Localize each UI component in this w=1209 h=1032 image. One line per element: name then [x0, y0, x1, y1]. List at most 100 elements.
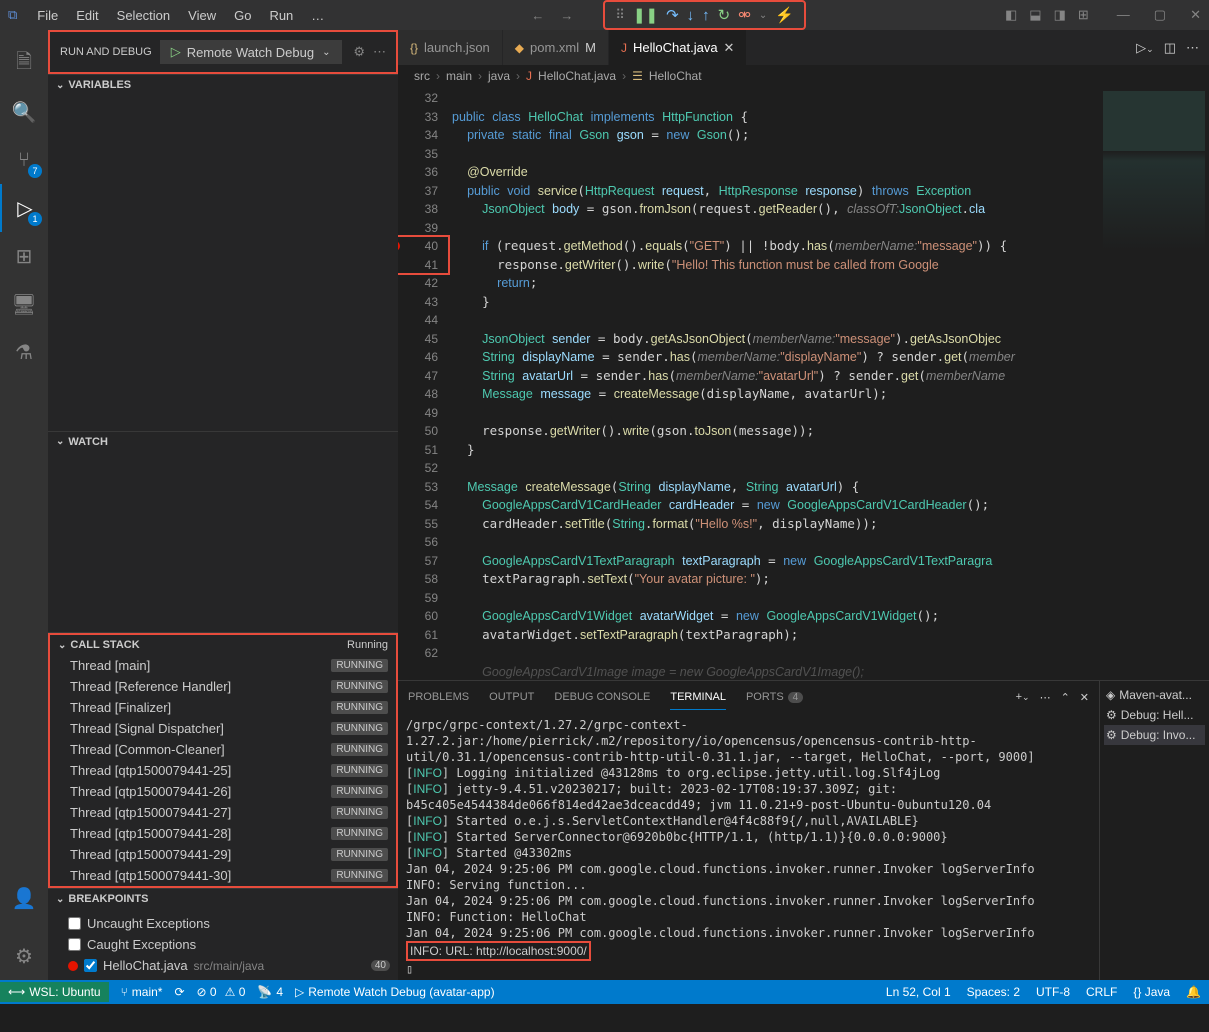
titlebar: ⧉ File Edit Selection View Go Run … ← → … [0, 0, 1209, 30]
search-icon[interactable]: 🔍 [0, 88, 48, 136]
thread-row[interactable]: Thread [qtp1500079441-28]RUNNING [50, 823, 396, 844]
menu-selection[interactable]: Selection [109, 4, 178, 27]
language[interactable]: {} Java [1133, 985, 1170, 999]
thread-row[interactable]: Thread [qtp1500079441-29]RUNNING [50, 844, 396, 865]
debug-status[interactable]: ▷ Remote Watch Debug (avatar-app) [295, 985, 495, 999]
breakpoint-row[interactable]: HelloChat.javasrc/main/java40 [48, 955, 398, 976]
layout-left-icon[interactable]: ◧ [1005, 7, 1017, 23]
ports-count[interactable]: 📡 4 [257, 985, 283, 999]
step-out-icon[interactable]: ↑ [702, 7, 710, 24]
class-icon: ☰ [632, 69, 643, 83]
menu-go[interactable]: Go [226, 4, 259, 27]
encoding[interactable]: UTF-8 [1036, 985, 1070, 999]
more-icon[interactable]: ⋯ [1040, 691, 1051, 704]
split-editor-icon[interactable]: ◫ [1164, 40, 1176, 56]
thread-row[interactable]: Thread [main]RUNNING [50, 655, 396, 676]
remote-icon[interactable]: 🖥 [0, 280, 48, 328]
bell-icon[interactable]: 🔔 [1186, 985, 1201, 999]
breakpoint-row[interactable]: Uncaught Exceptions [48, 913, 398, 934]
editor-body[interactable]: 3233343536373839404142434445464748495051… [398, 87, 1209, 680]
thread-row[interactable]: Thread [qtp1500079441-25]RUNNING [50, 760, 396, 781]
cursor-position[interactable]: Ln 52, Col 1 [886, 985, 951, 999]
thread-row[interactable]: Thread [qtp1500079441-30]RUNNING [50, 865, 396, 886]
terminal-list-item[interactable]: ⚙Debug: Hell... [1104, 705, 1205, 725]
thread-row[interactable]: Thread [qtp1500079441-26]RUNNING [50, 781, 396, 802]
thread-row[interactable]: Thread [Signal Dispatcher]RUNNING [50, 718, 396, 739]
panel-tab-problems[interactable]: PROBLEMS [408, 685, 469, 709]
nav-back-icon[interactable]: ← [531, 8, 544, 23]
breakpoint-checkbox[interactable] [68, 938, 81, 951]
file-icon: ◆ [515, 41, 524, 55]
testing-icon[interactable]: ⚗ [0, 328, 48, 376]
restart-icon[interactable]: ↻ [718, 6, 731, 24]
panel-tab-ports[interactable]: PORTS4 [746, 685, 803, 709]
sync-icon[interactable]: ⟳ [174, 985, 184, 999]
settings-icon[interactable]: ⚙ [0, 932, 48, 980]
variables-header[interactable]: ⌄ VARIABLES [48, 75, 398, 95]
terminal-list-item[interactable]: ◈Maven-avat... [1104, 685, 1205, 705]
breadcrumbs[interactable]: src› main› java› J HelloChat.java› ☰ Hel… [398, 65, 1209, 87]
disconnect-icon[interactable]: ⚮ [738, 6, 751, 24]
callstack-header[interactable]: ⌄ CALL STACK Running [50, 635, 396, 655]
thread-row[interactable]: Thread [Reference Handler]RUNNING [50, 676, 396, 697]
gutter[interactable]: 3233343536373839404142434445464748495051… [398, 87, 452, 680]
chevron-down-icon: ⌄ [56, 80, 64, 91]
panel-tab-debug-console[interactable]: DEBUG CONSOLE [554, 685, 650, 709]
breakpoint-checkbox[interactable] [84, 959, 97, 972]
nav-forward-icon[interactable]: → [560, 8, 573, 23]
more-icon[interactable]: ⋯ [1186, 40, 1199, 56]
gear-icon[interactable]: ⚙ [353, 44, 365, 60]
layout-bottom-icon[interactable]: ⬓ [1029, 7, 1041, 23]
menu-edit[interactable]: Edit [68, 4, 106, 27]
editor-tab[interactable]: {}launch.json [398, 30, 503, 65]
step-over-icon[interactable]: ↷ [666, 6, 679, 24]
menu-file[interactable]: File [29, 4, 66, 27]
breakpoint-checkbox[interactable] [68, 917, 81, 930]
panel-tab-terminal[interactable]: TERMINAL [670, 685, 726, 710]
terminal-output[interactable]: /grpc/grpc-context/1.27.2/grpc-context-1… [398, 713, 1099, 980]
debug-config-select[interactable]: ▷ Remote Watch Debug ⌄ [160, 40, 342, 64]
accounts-icon[interactable]: 👤 [0, 874, 48, 922]
layout-grid-icon[interactable]: ⊞ [1078, 7, 1089, 23]
terminal-list-item[interactable]: ⚙Debug: Invo... [1104, 725, 1205, 745]
source-control-icon[interactable]: ⑂7 [0, 136, 48, 184]
git-branch[interactable]: ⑂ main* [121, 985, 163, 999]
more-icon[interactable]: ⋯ [373, 44, 386, 60]
close-tab-icon[interactable]: ✕ [724, 40, 735, 56]
hot-reload-icon[interactable]: ⚡ [775, 6, 794, 24]
maximize-icon[interactable]: ▢ [1154, 7, 1166, 23]
maximize-panel-icon[interactable]: ⌃ [1061, 691, 1070, 704]
problems-count[interactable]: ⊘ 0 ⚠ 0 [197, 985, 246, 999]
minimize-icon[interactable]: — [1117, 7, 1130, 23]
run-play-icon[interactable]: ▷⌄ [1136, 40, 1154, 56]
menu-view[interactable]: View [180, 4, 224, 27]
run-debug-icon[interactable]: ▷1 [0, 184, 48, 232]
debug-config-label: Remote Watch Debug [187, 45, 314, 60]
pause-icon[interactable]: ❚❚ [633, 6, 658, 24]
close-panel-icon[interactable]: ✕ [1080, 691, 1089, 704]
editor-tab[interactable]: JHelloChat.java ✕ [609, 30, 747, 65]
grip-icon[interactable]: ⠿ [615, 7, 625, 23]
editor-tab[interactable]: ◆pom.xml M [503, 30, 609, 65]
breakpoint-row[interactable]: Caught Exceptions [48, 934, 398, 955]
step-into-icon[interactable]: ↓ [687, 7, 695, 24]
thread-row[interactable]: Thread [qtp1500079441-27]RUNNING [50, 802, 396, 823]
watch-header[interactable]: ⌄ WATCH [48, 432, 398, 452]
menu-more[interactable]: … [303, 4, 332, 27]
callstack-section: ⌄ CALL STACK Running Thread [main]RUNNIN… [48, 632, 398, 888]
thread-row[interactable]: Thread [Finalizer]RUNNING [50, 697, 396, 718]
remote-wsl[interactable]: ⟷ WSL: Ubuntu [0, 982, 109, 1002]
menu-run[interactable]: Run [261, 4, 301, 27]
extensions-icon[interactable]: ⊞ [0, 232, 48, 280]
code-content[interactable]: public class HelloChat implements HttpFu… [452, 87, 1099, 680]
panel-tab-output[interactable]: OUTPUT [489, 685, 534, 709]
layout-right-icon[interactable]: ◨ [1054, 7, 1066, 23]
thread-row[interactable]: Thread [Common-Cleaner]RUNNING [50, 739, 396, 760]
explorer-icon[interactable]: 🗎 [0, 40, 48, 88]
spaces[interactable]: Spaces: 2 [967, 985, 1020, 999]
eol[interactable]: CRLF [1086, 985, 1117, 999]
breakpoints-header[interactable]: ⌄ BREAKPOINTS [48, 889, 398, 909]
new-terminal-icon[interactable]: +⌄ [1016, 691, 1030, 704]
minimap[interactable] [1099, 87, 1209, 680]
close-icon[interactable]: ✕ [1190, 7, 1201, 23]
